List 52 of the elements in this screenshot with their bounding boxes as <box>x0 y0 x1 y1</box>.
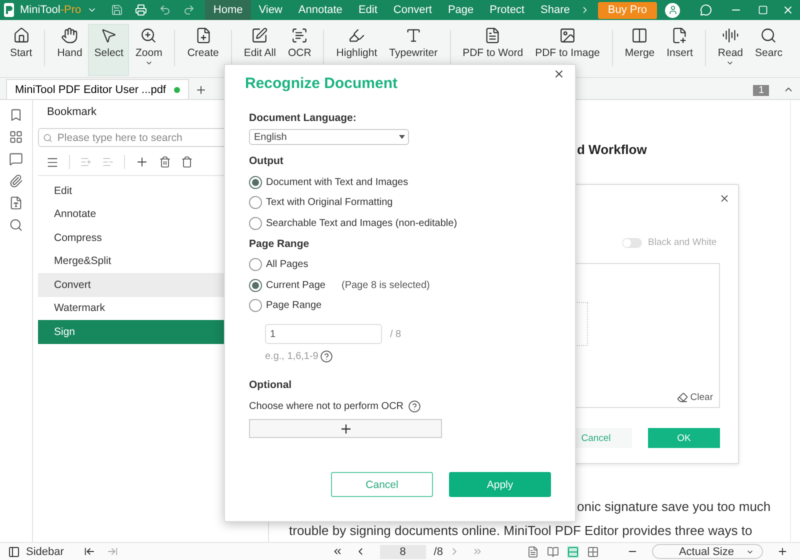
section-title: Page Range <box>249 238 310 250</box>
radio-label[interactable]: Searchable Text and Images (non-editable) <box>266 218 458 229</box>
ribbon-button[interactable]: Select <box>88 24 130 76</box>
ribbon-button[interactable]: PDF to Word <box>456 24 530 76</box>
app-name: MiniTool-Pro <box>20 4 82 16</box>
dialog-title: Recognize Document <box>245 75 399 92</box>
page-total: / 8 <box>390 328 402 340</box>
menu-tab[interactable]: Annotate <box>290 0 350 20</box>
radio-label[interactable]: All Pages <box>266 259 308 270</box>
page-range-field[interactable]: 1 <box>265 324 382 344</box>
ribbon-button[interactable]: OCR <box>282 24 318 76</box>
radio-label[interactable]: Text with Original Formatting <box>266 197 393 208</box>
radio-label[interactable]: Page Range <box>266 300 322 312</box>
menu-tab[interactable]: Convert <box>385 0 440 20</box>
ribbon-button[interactable]: Insert <box>660 24 699 76</box>
description-text: Choose where not to perform OCR <box>249 401 404 412</box>
radio-label[interactable]: Current Page <box>266 280 326 291</box>
ribbon-button[interactable]: Start <box>4 24 38 76</box>
ribbon-button[interactable]: PDF to Image <box>529 24 606 76</box>
language-select[interactable]: English <box>249 129 409 145</box>
toggle-label: Black and White <box>648 237 717 248</box>
document-tab[interactable]: MiniTool PDF Editor User ...pdf <box>6 79 189 99</box>
radio-label[interactable]: Document with Text and Images <box>266 176 408 188</box>
sidebar-label[interactable]: Sidebar <box>26 546 64 558</box>
menu-tab[interactable]: Share <box>532 0 578 20</box>
ribbon-button[interactable]: Create <box>181 24 225 76</box>
clear-button[interactable]: Clear <box>677 392 713 403</box>
section-title: Document Language: <box>249 112 358 124</box>
zoom-select[interactable]: Actual Size <box>652 544 763 559</box>
hint-text: e.g., 1,6,1-9 <box>265 351 318 362</box>
menu-tab[interactable]: Home <box>205 0 251 20</box>
menu-tab[interactable]: View <box>250 0 290 20</box>
page-total: /8 <box>434 546 443 558</box>
ribbon-button[interactable]: Merge <box>618 24 661 76</box>
menu-tab[interactable]: Protect <box>482 0 532 20</box>
menu-tab[interactable]: Edit <box>350 0 386 20</box>
ribbon-button[interactable]: Typewriter <box>383 24 444 76</box>
ribbon-button[interactable]: Edit All <box>238 24 282 76</box>
paragraph-line: trouble by signing documents online. MiniTool PDF Editor provides three ways to <box>288 523 754 538</box>
paragraph-line: onic signature save you too much <box>576 499 772 514</box>
ribbon-button[interactable]: Read <box>712 24 750 76</box>
radio-note: (Page 8 is selected) <box>341 280 430 291</box>
ribbon-button[interactable]: Highlight <box>330 24 384 76</box>
page-field[interactable]: 8 <box>380 544 426 558</box>
ribbon-button[interactable]: Searc <box>749 24 788 76</box>
section-title: Output <box>249 155 284 167</box>
ribbon-button[interactable]: Hand <box>51 24 88 76</box>
section-title: Optional <box>249 379 293 391</box>
ribbon-button[interactable]: Zoom <box>129 24 168 76</box>
menu-tab[interactable]: Page <box>440 0 482 20</box>
document-heading: d Workflow <box>577 142 648 157</box>
page-number-badge: 1 <box>753 85 769 96</box>
